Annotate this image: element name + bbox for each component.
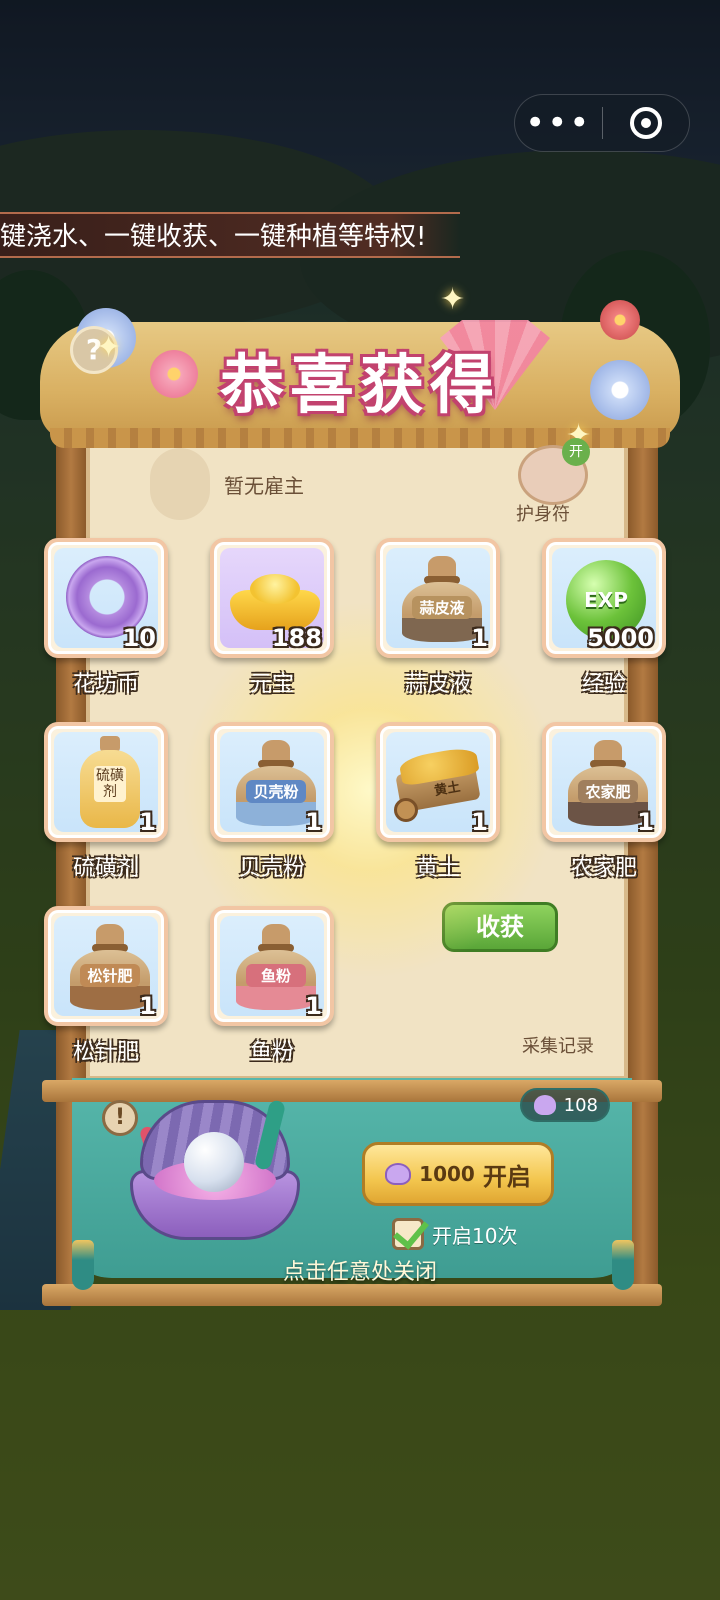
pearl-count-badge: 108 (520, 1088, 610, 1122)
reward-qty: 10 (122, 624, 156, 652)
amulet-label: 护身符 (516, 504, 570, 525)
flower (600, 300, 640, 340)
employer-text: 暂无雇主 (224, 474, 304, 498)
reward-card: 10 (44, 538, 168, 658)
panel-bottom-rail (42, 1284, 662, 1306)
reward-card: 松针肥 1 (44, 906, 168, 1026)
sparkle-icon: ✦ (96, 330, 122, 365)
bag-icon: 贝壳粉 (236, 740, 316, 826)
reward-qty: 1 (305, 808, 322, 836)
bottle-icon: 硫磺剂 (80, 736, 140, 828)
pearl-gem-icon (385, 1163, 412, 1185)
pearl-shell-icon[interactable] (130, 1099, 300, 1250)
reward-card: 硫磺剂 1 (44, 722, 168, 842)
pearl-count: 108 (563, 1094, 598, 1116)
reward-card: 蒜皮液 1 (376, 538, 500, 658)
reward-name: 硫磺剂 (72, 856, 139, 881)
open-ten-label: 开启10次 (432, 1223, 518, 1248)
reward-item: 10 花坊币 (44, 538, 168, 698)
reward-title: 恭喜获得 (150, 330, 570, 430)
open-ten-toggle[interactable]: 开启10次 (392, 1218, 517, 1250)
reward-item: 硫磺剂 1 硫磺剂 (44, 722, 168, 882)
reward-name: 蒜皮液 (404, 672, 471, 697)
target-close-icon[interactable] (603, 95, 690, 151)
gold-ingot-icon (230, 574, 320, 630)
bag-icon: 农家肥 (568, 740, 648, 826)
reward-name: 松针肥 (72, 1040, 139, 1065)
reward-name: 元宝 (249, 672, 294, 697)
title-text: 恭喜获得 (220, 348, 500, 423)
bag-icon: 蒜皮液 (402, 556, 482, 642)
reward-name: 黄土 (415, 856, 460, 881)
mini-program-capsule: ••• (514, 94, 690, 152)
reward-name: 花坊币 (72, 672, 139, 697)
reward-name: 贝壳粉 (238, 856, 305, 881)
reward-card: 贝壳粉 1 (210, 722, 334, 842)
employer-avatar (150, 448, 210, 520)
reward-item: 黄土 1 黄土 (376, 722, 500, 882)
reward-qty: 1 (139, 808, 156, 836)
reward-item: 蒜皮液 1 蒜皮液 (376, 538, 500, 698)
reward-card: 黄土 1 (376, 722, 500, 842)
reward-card: EXP 5000 (542, 538, 666, 658)
reward-qty: 188 (271, 624, 322, 652)
open-cost: 1000 (419, 1162, 475, 1186)
reward-name: 经验 (581, 672, 626, 697)
reward-name: 鱼粉 (249, 1040, 294, 1065)
reward-qty: 1 (139, 992, 156, 1020)
bag-icon: 鱼粉 (236, 924, 316, 1010)
reward-qty: 1 (471, 624, 488, 652)
reward-item: EXP 5000 经验 (542, 538, 666, 698)
close-hint[interactable]: 点击任意处关闭 (0, 1254, 720, 1286)
open-label: 开启 (482, 1162, 531, 1191)
open-shell-button[interactable]: 1000 开启 (362, 1142, 554, 1206)
reward-name: 农家肥 (570, 856, 637, 881)
pearl-mini-icon (534, 1095, 556, 1115)
reward-card: 188 (210, 538, 334, 658)
reward-qty: 5000 (587, 624, 654, 652)
reward-item: 农家肥 1 农家肥 (542, 722, 666, 882)
reward-card: 鱼粉 1 (210, 906, 334, 1026)
reward-item: 鱼粉 1 鱼粉 (210, 906, 334, 1066)
reward-item: 188 元宝 (210, 538, 334, 698)
marquee-banner: 键浇水、一键收获、一键种植等特权! (0, 212, 460, 258)
collect-record-label[interactable]: 采集记录 (522, 1032, 594, 1058)
sparkle-icon: ✦ (440, 282, 466, 317)
more-dots-icon[interactable]: ••• (515, 95, 602, 151)
amulet-badge: 开 (562, 438, 590, 466)
checkbox-checked-icon[interactable] (392, 1218, 424, 1250)
bag-icon: 松针肥 (70, 924, 150, 1010)
reward-item: 松针肥 1 松针肥 (44, 906, 168, 1066)
reward-card: 农家肥 1 (542, 722, 666, 842)
flower (590, 360, 650, 420)
reward-item: 贝壳粉 1 贝壳粉 (210, 722, 334, 882)
reward-qty: 1 (471, 808, 488, 836)
reward-qty: 1 (637, 808, 654, 836)
reward-qty: 1 (305, 992, 322, 1020)
